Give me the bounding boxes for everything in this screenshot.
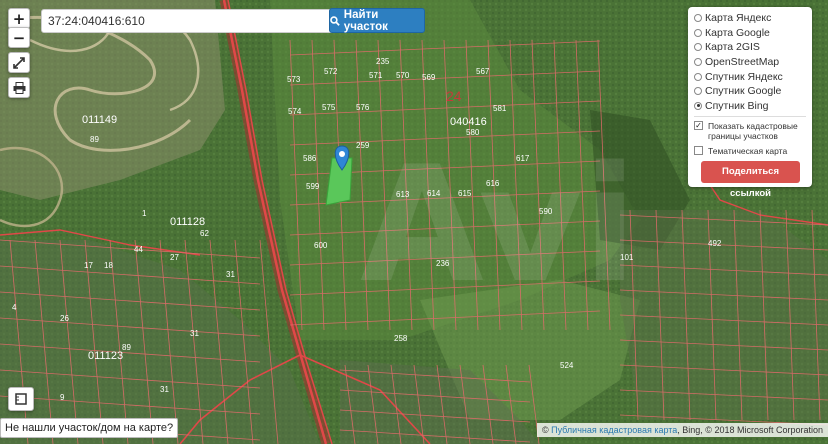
svg-text:Avi: Avi (360, 131, 637, 318)
parcel-number[interactable]: 31 (160, 385, 169, 394)
parcel-number[interactable]: 17 (84, 261, 93, 270)
parcel-number[interactable]: 1 (142, 209, 147, 218)
parcel-number[interactable]: 89 (90, 135, 99, 144)
parcel-number[interactable]: 18 (104, 261, 113, 270)
print-button[interactable] (8, 77, 30, 98)
parcel-number[interactable]: 27 (170, 253, 179, 262)
divider (694, 116, 806, 118)
layer-option-label: Спутник Яндекс (705, 70, 783, 83)
search-icon (330, 15, 340, 26)
layer-option-bing-satellite[interactable]: Спутник Bing (694, 99, 806, 114)
parcel-number[interactable]: 26 (60, 314, 69, 323)
layer-option-2gis-map[interactable]: Карта 2GIS (694, 40, 806, 55)
parcel-number[interactable]: 31 (190, 329, 199, 338)
quarter-label: 011123 (88, 350, 123, 362)
search-input[interactable] (41, 9, 336, 33)
layer-option-label: Спутник Bing (705, 99, 769, 112)
ruler-tool-button[interactable] (8, 387, 34, 411)
attribution-link[interactable]: Публичная кадастровая карта (551, 425, 677, 435)
printer-icon (13, 81, 25, 94)
radio-icon (694, 87, 702, 96)
parcel-number[interactable]: 576 (356, 103, 370, 112)
parcel-number[interactable]: 9 (60, 393, 65, 402)
parcel-number[interactable]: 571 (369, 71, 383, 80)
thematic-map-label: Тематическая карта (708, 146, 788, 157)
quarter-label: 011128 (170, 216, 205, 228)
quarter-label: 24 (446, 88, 462, 104)
layer-option-google-map[interactable]: Карта Google (694, 26, 806, 41)
ruler-icon (15, 393, 27, 405)
parcel-number[interactable]: 574 (288, 107, 302, 116)
fullscreen-button[interactable] (8, 52, 30, 73)
zoom-out-label: − (12, 28, 26, 47)
layer-option-label: Карта 2GIS (705, 41, 760, 54)
copyright-icon: © (541, 425, 549, 435)
parcel-number[interactable]: 570 (396, 71, 410, 80)
radio-icon (694, 58, 702, 67)
parcel-number[interactable]: 572 (324, 67, 338, 76)
parcel-number[interactable]: 31 (226, 270, 235, 279)
parcel-number[interactable]: 258 (394, 334, 408, 343)
parcel-number[interactable]: 569 (422, 73, 436, 82)
layer-option-yandex-satellite[interactable]: Спутник Яндекс (694, 69, 806, 84)
layer-option-label: Карта Яндекс (705, 12, 772, 25)
checkbox-icon (694, 146, 703, 156)
radio-icon (694, 28, 702, 37)
find-parcel-label: Найти участок (343, 8, 388, 33)
radio-icon (694, 43, 702, 52)
quarter-label: 011149 (82, 114, 117, 126)
parcel-number[interactable]: 62 (200, 229, 209, 238)
not-found-help-link[interactable]: Не нашли участок/дом на карте? (0, 418, 179, 438)
attribution-text: , Bing, © 2018 Microsoft Corporation (677, 425, 823, 435)
find-parcel-button[interactable]: Найти участок (329, 8, 425, 33)
expand-icon (13, 56, 25, 69)
parcel-number[interactable]: 492 (708, 239, 722, 248)
zoom-out-button[interactable]: − (8, 27, 30, 48)
parcel-number[interactable]: 89 (122, 343, 131, 352)
quarter-label: 040416 (450, 116, 487, 128)
layer-option-label: Спутник Google (705, 85, 782, 98)
radio-selected-icon (694, 101, 702, 110)
parcel-number[interactable]: 581 (493, 104, 507, 113)
share-link-button[interactable]: Поделиться ссылкой (701, 161, 800, 199)
parcel-number[interactable]: 567 (476, 67, 490, 76)
parcel-number[interactable]: 524 (560, 361, 574, 370)
parcel-number[interactable]: 44 (134, 245, 143, 254)
parcel-number[interactable]: 573 (287, 75, 301, 84)
parcel-number[interactable]: 599 (306, 182, 320, 191)
parcel-number[interactable]: 600 (314, 241, 328, 250)
radio-icon (694, 14, 702, 23)
zoom-in-button[interactable]: + (8, 8, 30, 29)
parcel-number[interactable]: 4 (12, 303, 17, 312)
parcel-number[interactable]: 586 (303, 154, 317, 163)
layer-option-osm[interactable]: OpenStreetMap (694, 55, 806, 70)
parcel-number[interactable]: 235 (376, 57, 390, 66)
show-boundaries-label: Показать кадастровые границы участков (708, 121, 798, 142)
map-attribution: © Публичная кадастровая карта, Bing, © 2… (536, 423, 828, 437)
layer-option-yandex-map[interactable]: Карта Яндекс (694, 11, 806, 26)
show-boundaries-checkbox[interactable]: ✓ Показать кадастровые границы участков (694, 121, 806, 141)
layer-option-google-satellite[interactable]: Спутник Google (694, 84, 806, 99)
checkbox-checked-icon: ✓ (694, 121, 703, 131)
radio-icon (694, 72, 702, 81)
thematic-map-checkbox[interactable]: Тематическая карта (694, 146, 806, 156)
layer-option-label: OpenStreetMap (705, 56, 780, 69)
layer-panel: Карта Яндекс Карта Google Карта 2GIS Ope… (688, 7, 812, 199)
layer-option-label: Карта Google (705, 26, 770, 39)
parcel-number[interactable]: 575 (322, 103, 336, 112)
zoom-in-label: + (12, 9, 26, 28)
